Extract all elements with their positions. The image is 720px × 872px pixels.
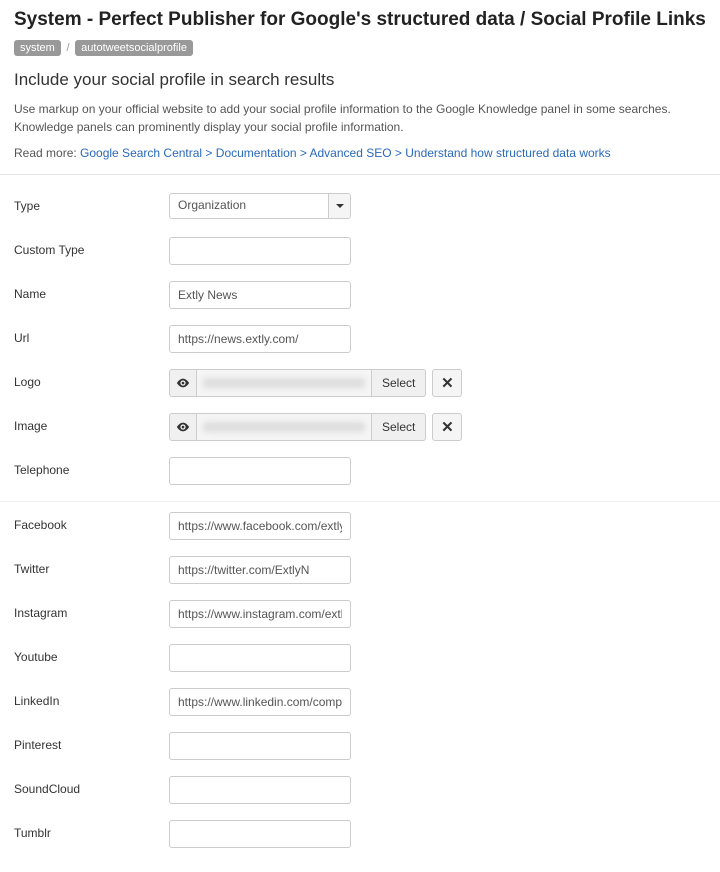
tumblr-input[interactable] — [169, 820, 351, 848]
readmore: Read more: Google Search Central > Docum… — [14, 146, 706, 160]
linkedin-input[interactable] — [169, 688, 351, 716]
breadcrumb-sep: / — [66, 42, 69, 54]
instagram-label: Instagram — [14, 600, 169, 620]
divider — [0, 501, 720, 502]
close-icon: ✕ — [441, 374, 454, 392]
soundcloud-input[interactable] — [169, 776, 351, 804]
custom-type-input[interactable] — [169, 237, 351, 265]
telephone-input[interactable] — [169, 457, 351, 485]
logo-label: Logo — [14, 369, 169, 389]
image-select-button[interactable]: Select — [372, 413, 426, 441]
url-input[interactable] — [169, 325, 351, 353]
eye-icon[interactable] — [169, 413, 197, 441]
logo-clear-button[interactable]: ✕ — [432, 369, 462, 397]
name-label: Name — [14, 281, 169, 301]
twitter-input[interactable] — [169, 556, 351, 584]
twitter-label: Twitter — [14, 556, 169, 576]
chevron-down-icon — [328, 194, 350, 218]
youtube-input[interactable] — [169, 644, 351, 672]
type-select[interactable]: Organization — [169, 193, 351, 219]
image-path-display — [197, 413, 372, 441]
tumblr-label: Tumblr — [14, 820, 169, 840]
section-subtitle: Include your social profile in search re… — [14, 70, 706, 90]
url-label: Url — [14, 325, 169, 345]
readmore-prefix: Read more: — [14, 146, 80, 160]
divider — [0, 174, 720, 175]
breadcrumb-item-plugin[interactable]: autotweetsocialprofile — [75, 40, 193, 56]
breadcrumb-item-system[interactable]: system — [14, 40, 61, 56]
page-title: System - Perfect Publisher for Google's … — [14, 8, 706, 33]
custom-type-label: Custom Type — [14, 237, 169, 257]
instagram-input[interactable] — [169, 600, 351, 628]
linkedin-label: LinkedIn — [14, 688, 169, 708]
logo-path-display — [197, 369, 372, 397]
pinterest-label: Pinterest — [14, 732, 169, 752]
logo-select-button[interactable]: Select — [372, 369, 426, 397]
name-input[interactable] — [169, 281, 351, 309]
type-select-value: Organization — [170, 194, 328, 218]
image-clear-button[interactable]: ✕ — [432, 413, 462, 441]
eye-icon[interactable] — [169, 369, 197, 397]
section-description: Use markup on your official website to a… — [14, 100, 706, 136]
youtube-label: Youtube — [14, 644, 169, 664]
pinterest-input[interactable] — [169, 732, 351, 760]
close-icon: ✕ — [441, 418, 454, 436]
readmore-link[interactable]: Google Search Central > Documentation > … — [80, 146, 611, 160]
image-label: Image — [14, 413, 169, 433]
type-label: Type — [14, 193, 169, 213]
breadcrumb: system / autotweetsocialprofile — [14, 39, 706, 56]
facebook-label: Facebook — [14, 512, 169, 532]
soundcloud-label: SoundCloud — [14, 776, 169, 796]
telephone-label: Telephone — [14, 457, 169, 477]
facebook-input[interactable] — [169, 512, 351, 540]
